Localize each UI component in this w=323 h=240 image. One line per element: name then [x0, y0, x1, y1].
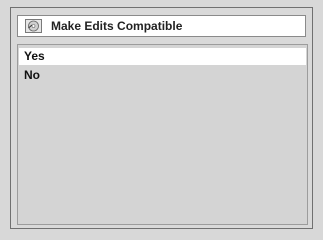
option-no[interactable]: No: [19, 67, 306, 84]
options-list: Yes No: [17, 44, 308, 225]
screen: Make Edits Compatible Yes No: [0, 0, 323, 240]
dialog-title: Make Edits Compatible: [51, 19, 183, 33]
dialog-panel: Make Edits Compatible Yes No: [10, 7, 313, 229]
dialog-titlebar: Make Edits Compatible: [17, 15, 306, 37]
disc-icon: [25, 19, 42, 33]
option-yes[interactable]: Yes: [19, 48, 306, 65]
